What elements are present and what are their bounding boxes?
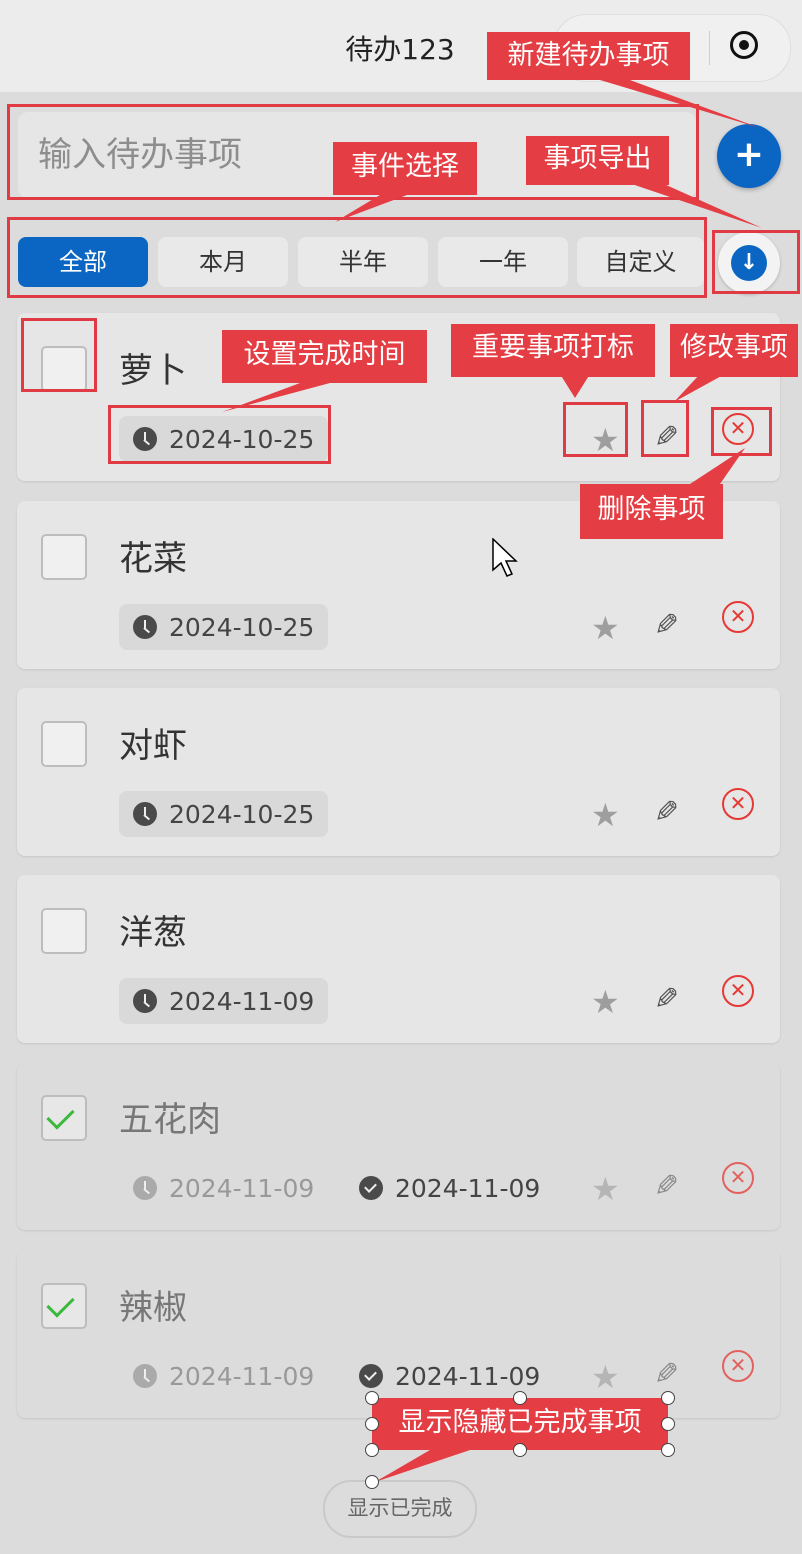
due-date: 2024-10-25 [169,612,315,642]
check-circle-icon [359,1176,383,1200]
target-close-icon[interactable] [730,31,758,59]
clock-icon [133,615,157,639]
resize-handle[interactable] [365,1443,379,1457]
due-date-chip[interactable]: 2024-11-09 [119,1353,328,1399]
star-icon[interactable]: ★ [591,796,620,834]
task-checkbox[interactable] [41,908,87,954]
task-checkbox-checked[interactable] [41,1283,87,1329]
show-completed-button[interactable]: 显示已完成 [323,1480,477,1538]
task-name: 洋葱 [119,913,187,953]
check-circle-icon [359,1364,383,1388]
due-date-chip[interactable]: 2024-11-09 [119,1165,328,1211]
resize-handle[interactable] [661,1391,675,1405]
check-icon [46,1101,75,1130]
task-checkbox[interactable] [41,534,87,580]
clock-icon [133,1176,157,1200]
pencil-icon[interactable]: ✎ [654,608,679,643]
resize-handle[interactable] [365,1475,379,1489]
due-date: 2024-11-09 [169,1173,315,1203]
due-date: 2024-10-25 [169,799,315,829]
task-card: 洋葱 2024-11-09 ★ ✎ ✕ [17,875,780,1043]
done-date-chip: 2024-11-09 [345,1165,554,1211]
resize-handle[interactable] [365,1417,379,1431]
close-circle-icon[interactable]: ✕ [722,1350,754,1382]
task-card-completed: 五花肉 2024-11-09 2024-11-09 ★ ✎ ✕ [17,1062,780,1230]
callout-event-select: 事件选择 [333,142,477,195]
resize-handle[interactable] [661,1443,675,1457]
star-icon[interactable]: ★ [591,609,620,647]
close-circle-icon[interactable]: ✕ [722,1162,754,1194]
task-card: 对虾 2024-10-25 ★ ✎ ✕ [17,688,780,856]
star-icon[interactable]: ★ [591,1170,620,1208]
resize-handle[interactable] [661,1417,675,1431]
clock-icon [133,802,157,826]
callout-export: 事项导出 [526,136,669,185]
done-date: 2024-11-09 [395,1361,541,1391]
resize-handle[interactable] [513,1391,527,1405]
page-title: 待办123 [345,33,455,66]
task-name: 五花肉 [119,1100,221,1140]
highlight-filters [7,217,707,298]
callout-set-time: 设置完成时间 [222,330,427,383]
close-circle-icon[interactable]: ✕ [722,601,754,633]
resize-handle[interactable] [513,1443,527,1457]
clock-icon [133,989,157,1013]
done-date: 2024-11-09 [395,1173,541,1203]
pencil-icon[interactable]: ✎ [654,1357,679,1392]
star-icon[interactable]: ★ [591,1358,620,1396]
resize-handle[interactable] [365,1391,379,1405]
highlight-checkbox [21,318,97,392]
callout-edit: 修改事项 [670,324,798,377]
due-date: 2024-11-09 [169,986,315,1016]
due-date-chip[interactable]: 2024-11-09 [119,978,329,1024]
task-checkbox[interactable] [41,721,87,767]
clock-icon [133,1364,157,1388]
close-circle-icon[interactable]: ✕ [722,975,754,1007]
task-name: 对虾 [119,726,187,766]
capsule-divider [709,31,710,65]
task-checkbox-checked[interactable] [41,1095,87,1141]
highlight-delete [711,407,772,456]
task-name: 辣椒 [119,1288,187,1328]
pencil-icon[interactable]: ✎ [654,1169,679,1204]
due-date: 2024-11-09 [169,1361,315,1391]
highlight-date [108,405,331,464]
task-name: 花菜 [119,539,187,579]
callout-new-todo: 新建待办事项 [487,32,690,80]
star-icon[interactable]: ★ [591,983,620,1021]
task-name: 萝卜 [119,351,187,391]
mouse-cursor-icon [492,538,518,577]
highlight-star [563,402,628,457]
check-icon [46,1289,75,1318]
close-circle-icon[interactable]: ✕ [722,788,754,820]
add-todo-button[interactable]: + [717,124,781,188]
highlight-export [712,230,800,294]
due-date-chip[interactable]: 2024-10-25 [119,604,329,650]
due-date-chip[interactable]: 2024-10-25 [119,791,329,837]
callout-mark-important: 重要事项打标 [451,324,655,377]
highlight-edit [641,400,689,457]
pencil-icon[interactable]: ✎ [654,795,679,830]
callout-delete: 删除事项 [580,484,723,539]
pencil-icon[interactable]: ✎ [654,982,679,1017]
plus-icon: + [733,134,765,175]
